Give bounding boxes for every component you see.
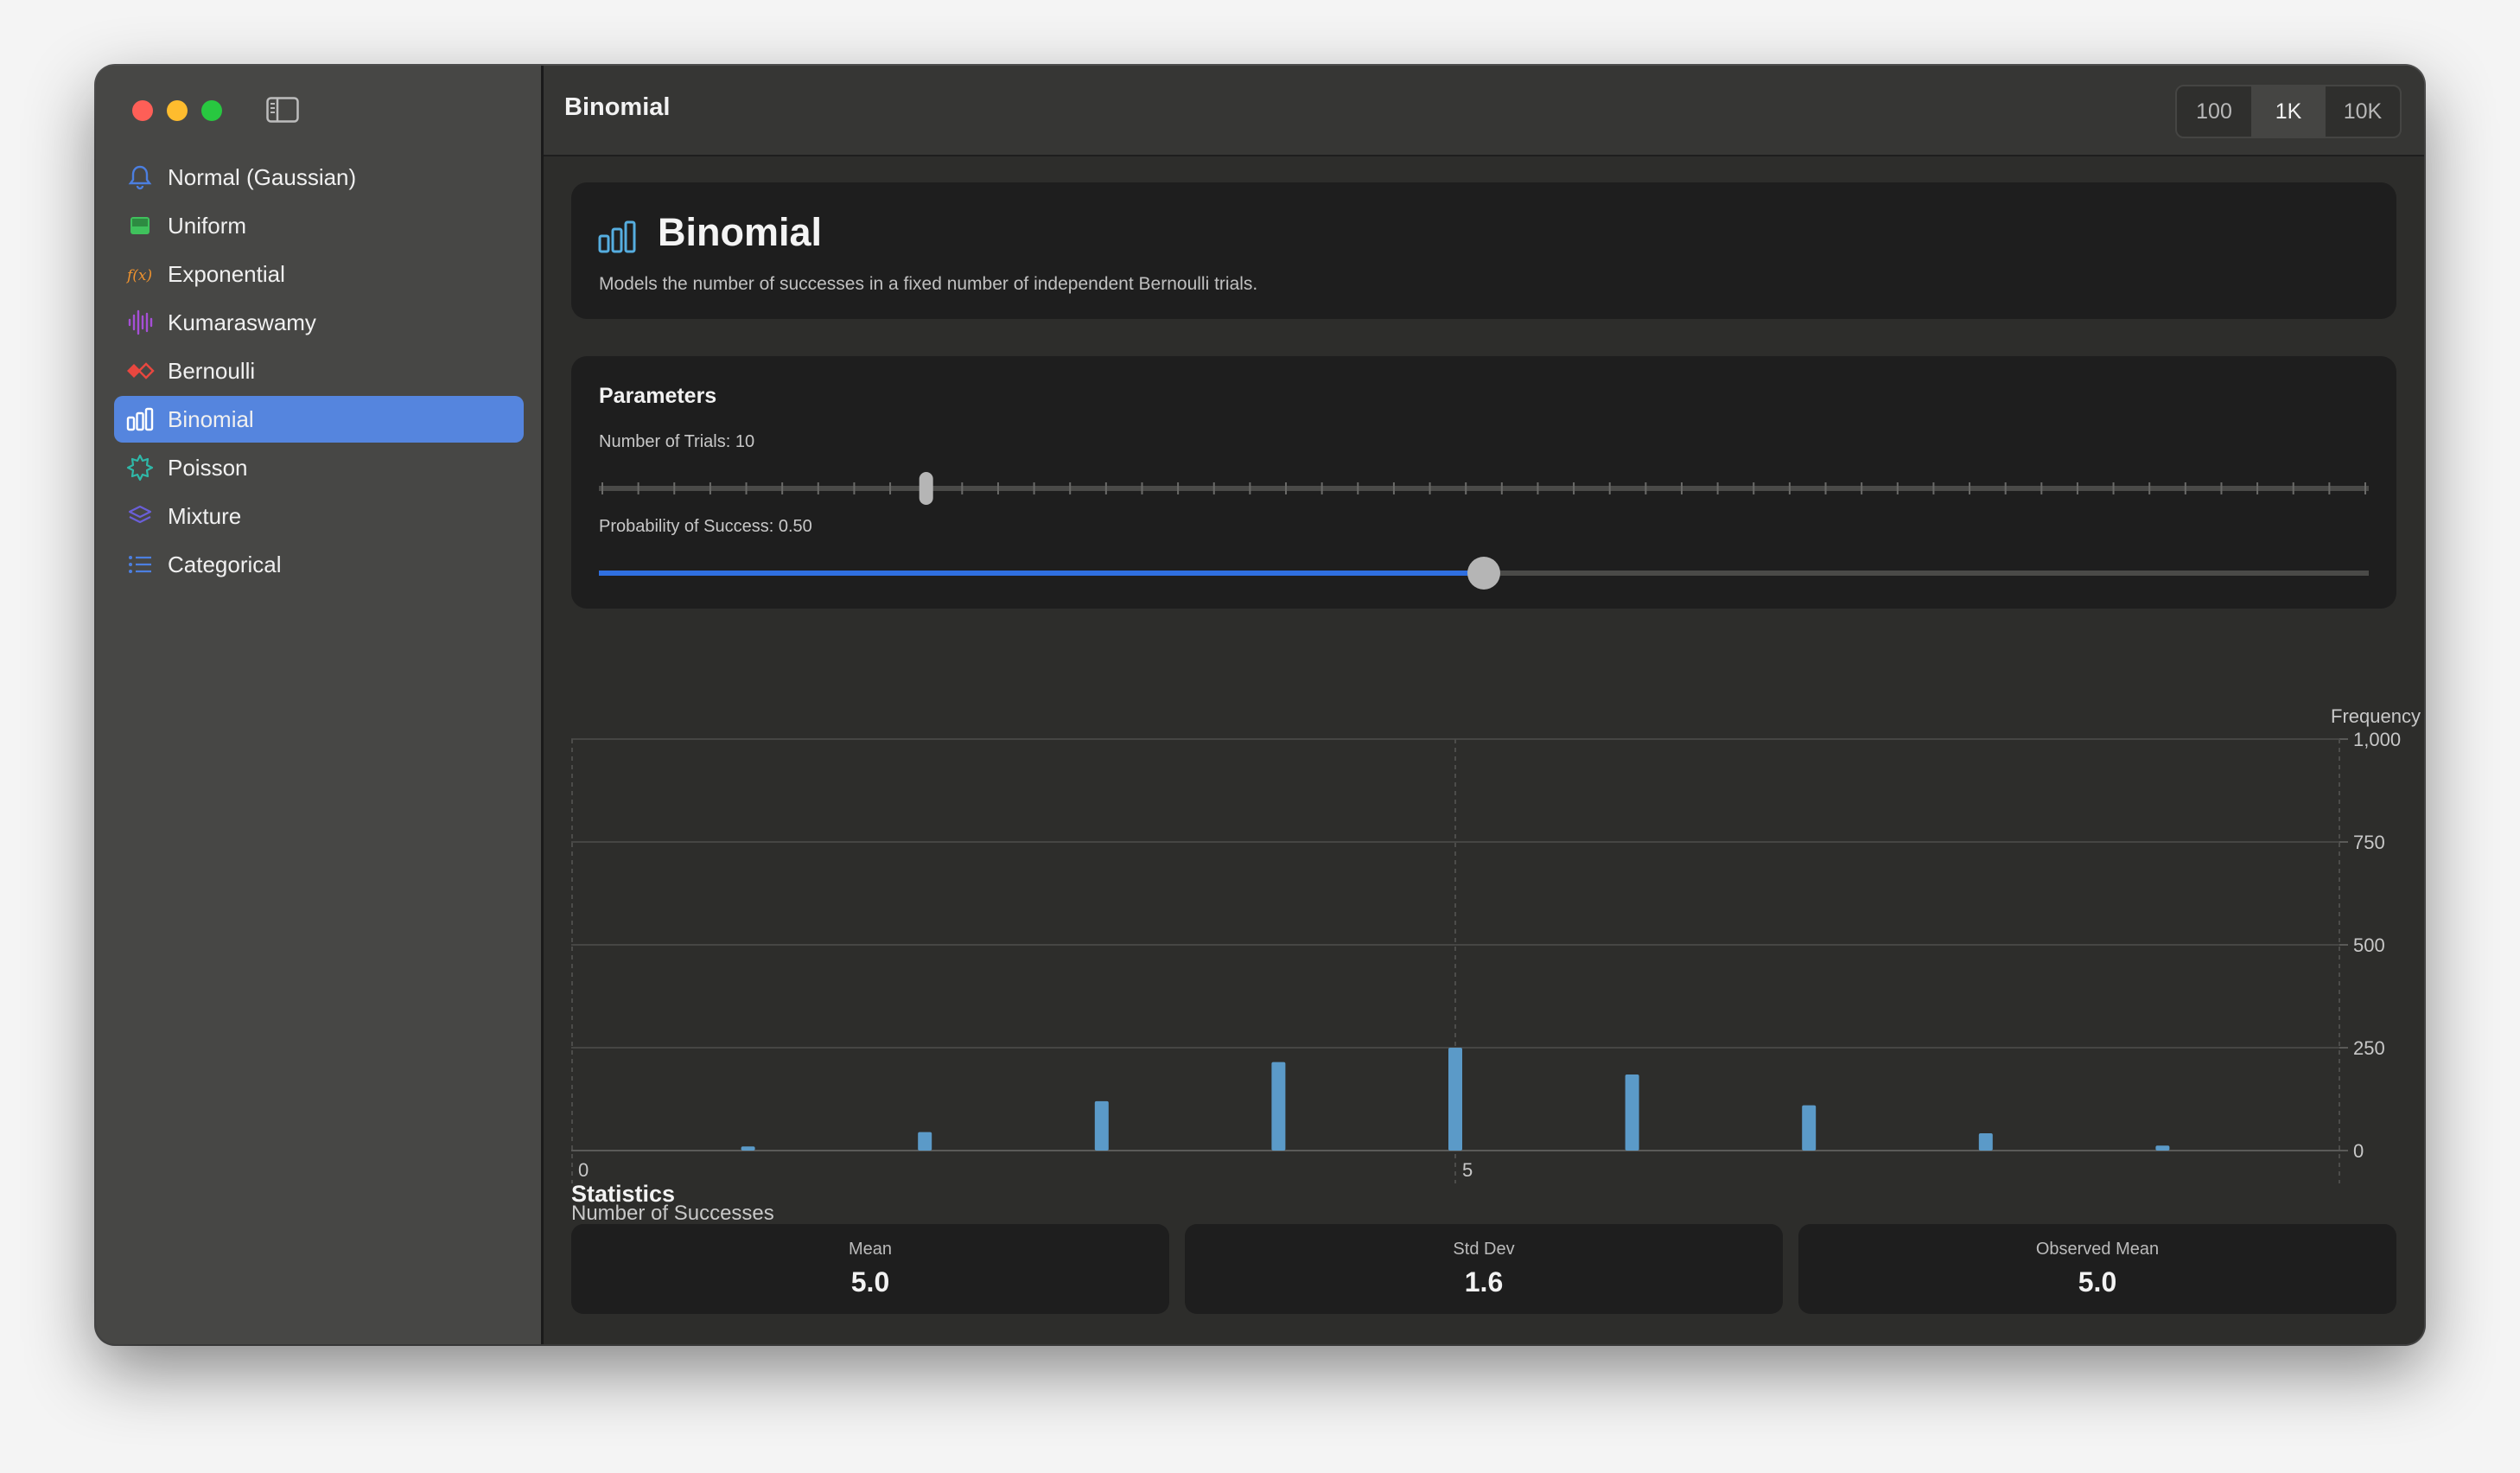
function-icon: f(x) <box>123 257 157 291</box>
rectangle-icon <box>123 208 157 243</box>
sample-size-10k-button[interactable]: 10K <box>2326 86 2400 137</box>
stat-card-observed-mean: Observed Mean 5.0 <box>1798 1224 2396 1314</box>
sidebar-item-label: Kumaraswamy <box>168 309 316 335</box>
zoom-window-button[interactable] <box>201 100 222 121</box>
chart-bar <box>2155 1145 2170 1151</box>
burst-icon <box>123 450 157 485</box>
y-tick-label: 1,000 <box>2353 729 2401 750</box>
sidebar-item-mixture[interactable]: Mixture <box>114 493 524 539</box>
y-axis-label: Frequency <box>2331 705 2421 727</box>
minimize-window-button[interactable] <box>167 100 188 121</box>
chart-bar <box>1625 1074 1639 1151</box>
chart-bar <box>1802 1105 1817 1151</box>
coin-flip-icon <box>123 354 157 388</box>
distribution-header-card: Binomial Models the number of successes … <box>571 182 2396 319</box>
stat-label: Std Dev <box>1453 1240 1515 1259</box>
sidebar-item-normal-gaussian[interactable]: Normal (Gaussian) <box>114 154 524 201</box>
frequency-chart: Frequency1,00075050025000 5Number of Succ… <box>571 705 2421 1225</box>
distribution-description: Models the number of successes in a fixe… <box>599 274 1258 294</box>
sidebar-item-label: Normal (Gaussian) <box>168 163 357 190</box>
chart-bar <box>741 1146 755 1151</box>
bar-chart-icon <box>598 220 636 253</box>
slider-thumb[interactable] <box>919 472 933 505</box>
chart-bar <box>1094 1100 1109 1151</box>
parameters-card: Parameters Number of Trials: 10 Probabil… <box>571 356 2396 609</box>
statistics-title: Statistics <box>571 1181 676 1207</box>
svg-text:f(x): f(x) <box>125 267 152 284</box>
sidebar-item-label: Binomial <box>168 405 254 432</box>
y-tick-label: 750 <box>2353 832 2385 853</box>
x-tick-label: 0 <box>578 1159 589 1181</box>
sidebar-toggle-icon[interactable] <box>266 97 299 123</box>
sidebar-item-label: Uniform <box>168 212 247 239</box>
stat-value: 5.0 <box>2078 1266 2117 1298</box>
chart-bar <box>1978 1133 1993 1151</box>
trials-label: Number of Trials: 10 <box>599 432 755 451</box>
sample-size-100-button[interactable]: 100 <box>2177 86 2251 137</box>
sidebar-item-label: Exponential <box>168 260 285 287</box>
parameters-title: Parameters <box>599 384 717 408</box>
layers-icon <box>123 499 157 533</box>
stat-card-mean: Mean 5.0 <box>571 1224 1169 1314</box>
bar-chart-icon <box>123 402 157 437</box>
probability-label: Probability of Success: 0.50 <box>599 517 812 536</box>
sidebar-item-binomial[interactable]: Binomial <box>114 396 524 443</box>
stat-value: 1.6 <box>1464 1266 1504 1298</box>
stat-card-std-dev: Std Dev 1.6 <box>1185 1224 1783 1314</box>
x-tick-label: 5 <box>1462 1159 1473 1181</box>
app-window: Normal (Gaussian) Uniform f(x) Exponential K… <box>96 66 2424 1344</box>
sidebar-item-kumaraswamy[interactable]: Kumaraswamy <box>114 299 524 346</box>
stat-label: Mean <box>848 1240 893 1259</box>
window-controls <box>132 100 222 121</box>
bell-icon <box>123 160 157 194</box>
close-window-button[interactable] <box>132 100 153 121</box>
sidebar-item-label: Mixture <box>168 502 242 529</box>
trials-slider[interactable] <box>599 471 2369 506</box>
sample-size-picker: 100 1K 10K <box>2175 85 2402 138</box>
y-tick-label: 500 <box>2353 934 2385 956</box>
title-bar: Binomial 100 1K 10K <box>544 66 2424 156</box>
sample-size-1k-button[interactable]: 1K <box>2251 86 2326 137</box>
probability-slider[interactable] <box>599 556 2369 590</box>
sidebar-item-exponential[interactable]: f(x) Exponential <box>114 251 524 297</box>
window-title: Binomial <box>564 93 671 121</box>
stat-value: 5.0 <box>850 1266 890 1298</box>
y-tick-label: 0 <box>2353 1140 2364 1162</box>
distribution-title: Binomial <box>658 210 823 254</box>
chart-bar <box>1271 1062 1286 1151</box>
sidebar-item-poisson[interactable]: Poisson <box>114 444 524 491</box>
sidebar-item-label: Bernoulli <box>168 357 256 384</box>
chart-bar <box>918 1132 932 1151</box>
sidebar-item-uniform[interactable]: Uniform <box>114 202 524 249</box>
waveform-icon <box>123 305 157 340</box>
list-icon <box>123 547 157 582</box>
sidebar-item-bernoulli[interactable]: Bernoulli <box>114 348 524 394</box>
sidebar-item-categorical[interactable]: Categorical <box>114 541 524 588</box>
main-content: Binomial 100 1K 10K Binomial Models the nu… <box>544 66 2424 1344</box>
sidebar-item-label: Poisson <box>168 454 248 481</box>
y-tick-label: 250 <box>2353 1037 2385 1059</box>
chart-bar <box>1448 1048 1462 1151</box>
sidebar: Normal (Gaussian) Uniform f(x) Exponential K… <box>96 66 544 1344</box>
sidebar-item-label: Categorical <box>168 551 282 577</box>
stat-label: Observed Mean <box>2035 1240 2160 1259</box>
slider-thumb[interactable] <box>1467 557 1500 590</box>
sidebar-nav: Normal (Gaussian) Uniform f(x) Exponential K… <box>114 154 524 590</box>
